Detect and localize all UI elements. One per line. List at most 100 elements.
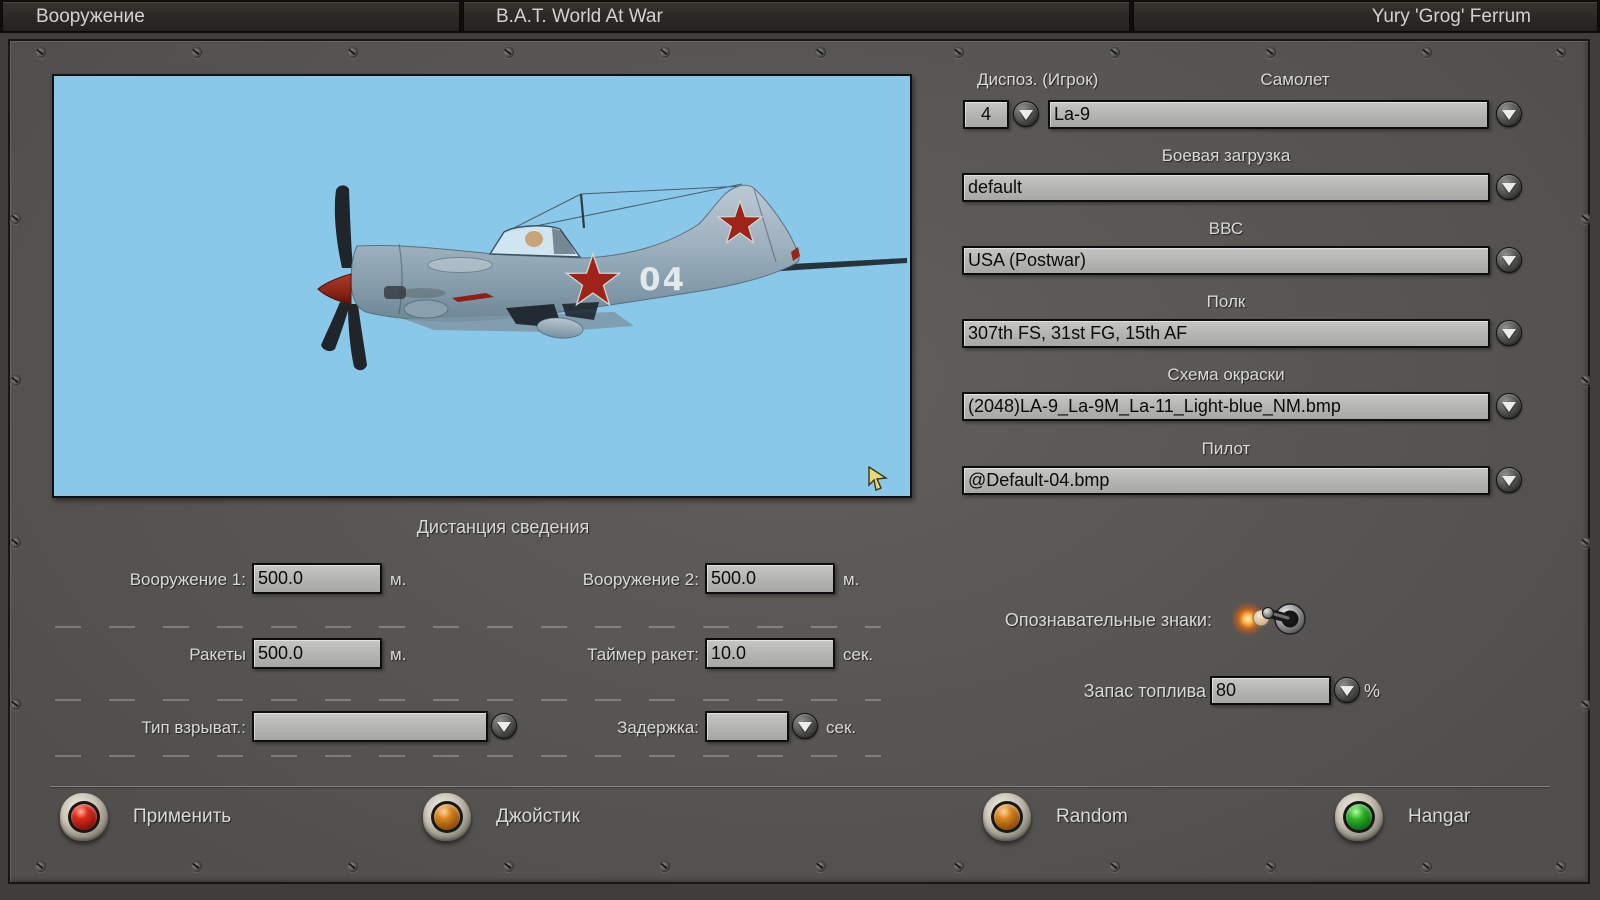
airforce-dropdown-button[interactable] [1496,247,1522,273]
screw-icon [346,860,358,872]
toggle-switch-icon [1231,602,1306,636]
chevron-down-icon [1502,476,1516,486]
screw-icon [1108,46,1120,58]
apply-button-label: Применить [133,806,232,827]
chevron-down-icon [1019,110,1033,120]
titlebar: Вооружение B.A.T. World At War Yury 'Gro… [0,0,1600,33]
led-indicator-icon [1335,793,1383,841]
mouse-cursor-icon [868,466,889,491]
fuze-type-field[interactable] [252,711,488,742]
skin-field[interactable] [962,392,1490,421]
screw-icon [190,860,202,872]
random-button-label: Random [1056,806,1128,827]
pilot-label: Пилот [1201,439,1251,458]
chevron-down-icon [1502,110,1516,120]
screw-icon [9,374,21,386]
loadout-label: Боевая загрузка [1161,146,1291,165]
rocket-timer-label: Таймер ракет: [587,645,699,664]
aircraft-field[interactable] [1048,100,1489,129]
screw-icon [1264,46,1276,58]
footer-divider [50,786,1550,787]
divider [55,755,881,757]
delay-unit: сек. [826,718,857,737]
apply-button[interactable]: Применить [60,792,231,842]
fuel-dropdown-button[interactable] [1334,677,1360,703]
divider [55,626,881,628]
chevron-down-icon [798,722,812,732]
airforce-field[interactable] [962,246,1490,275]
rocket-timer-unit: сек. [843,645,874,664]
skin-dropdown-button[interactable] [1496,393,1522,419]
screw-icon [814,46,826,58]
player-name: Yury 'Grog' Ferrum [1371,6,1531,27]
screw-icon [1420,860,1432,872]
aircraft-preview[interactable]: 04 [52,74,912,498]
regiment-field[interactable] [962,319,1490,348]
screw-icon [1264,860,1276,872]
convergence-title: Дистанция сведения [416,517,590,537]
screw-icon [658,860,670,872]
screw-icon [814,860,826,872]
delay-field[interactable] [705,711,789,742]
aircraft-label: Самолет [1260,70,1330,89]
markings-label: Опознавательные знаки: [1004,610,1212,630]
screw-icon [1579,374,1591,386]
screen-title: Вооружение [36,6,145,27]
led-indicator-icon [60,793,108,841]
joystick-button-label: Джойстик [496,806,580,827]
screw-icon [1579,698,1591,710]
rockets-unit: м. [390,645,407,664]
loadout-field[interactable] [962,173,1490,202]
joystick-button[interactable]: Джойстик [423,792,580,842]
regiment-label: Полк [1206,292,1246,311]
chevron-down-icon [1340,686,1354,696]
screw-icon [9,698,21,710]
aircraft-dropdown-button[interactable] [1496,101,1522,127]
screw-icon [1420,46,1432,58]
screw-icon [502,860,514,872]
screw-icon [502,46,514,58]
position-field[interactable] [963,100,1009,129]
screw-icon [9,212,21,224]
screw-icon [658,46,670,58]
weapon2-convergence-field[interactable] [705,563,835,594]
divider [55,699,881,701]
loadout-dropdown-button[interactable] [1496,174,1522,200]
arming-screen: Вооружение B.A.T. World At War Yury 'Gro… [0,0,1600,900]
rockets-convergence-field[interactable] [252,638,382,669]
chevron-down-icon [1502,329,1516,339]
screw-icon [190,46,202,58]
markings-toggle[interactable] [1230,594,1314,644]
tactical-number: 04 [639,262,686,298]
fuel-unit: % [1364,681,1381,701]
weapon2-unit: м. [843,570,860,589]
fuel-label: Запас топлива [1083,681,1206,701]
hangar-button-label: Hangar [1408,806,1471,827]
fuel-field[interactable] [1210,676,1331,705]
pilot-dropdown-button[interactable] [1496,467,1522,493]
screw-icon [34,860,46,872]
weapon1-unit: м. [390,570,407,589]
titlebar-player: Yury 'Grog' Ferrum [1133,1,1598,32]
screw-icon [346,46,358,58]
rocket-timer-field[interactable] [705,638,835,669]
screw-icon [952,46,964,58]
random-button[interactable]: Random [983,792,1128,842]
rockets-label: Ракеты [189,645,246,664]
led-indicator-icon [423,793,471,841]
aircraft-image: 04 [317,183,907,371]
pilot-field[interactable] [962,466,1490,495]
screw-icon [9,536,21,548]
weapon1-convergence-field[interactable] [252,563,382,594]
position-dropdown-button[interactable] [1013,101,1039,127]
app-title: B.A.T. World At War [496,6,663,27]
weapon1-label: Вооружение 1: [129,570,246,589]
screw-icon [1108,860,1120,872]
screw-icon [1554,46,1566,58]
delay-dropdown-button[interactable] [792,713,818,739]
chevron-down-icon [1502,256,1516,266]
titlebar-section-name: Вооружение [2,1,460,32]
skin-label: Схема окраски [1167,365,1285,384]
regiment-dropdown-button[interactable] [1496,320,1522,346]
hangar-button[interactable]: Hangar [1335,792,1470,842]
